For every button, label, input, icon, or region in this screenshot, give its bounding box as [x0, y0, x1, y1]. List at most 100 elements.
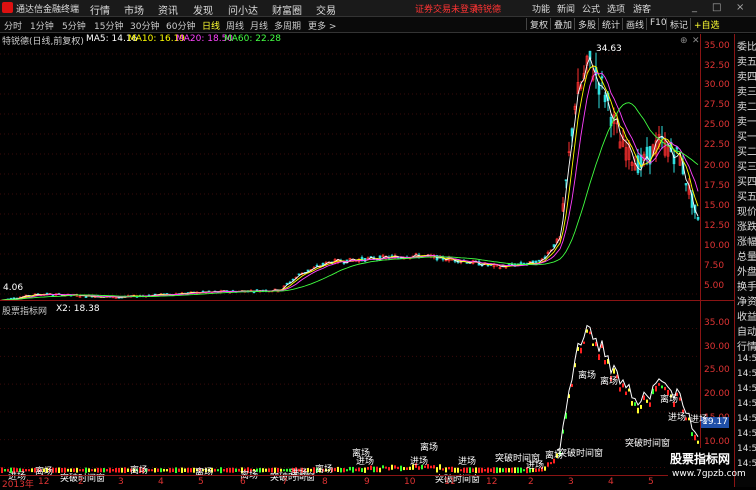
login-status[interactable]: 证券交易未登录	[415, 2, 478, 15]
indicator-bar	[259, 468, 261, 473]
ma20-line	[2, 72, 698, 300]
candle	[499, 266, 501, 269]
menu-xuanxiang[interactable]: 选项	[607, 2, 625, 15]
date-tick: 5	[648, 477, 654, 487]
tab-more[interactable]: 更多 >	[308, 19, 336, 32]
indicator-bar	[544, 466, 546, 470]
tab-15min[interactable]: 15分钟	[94, 19, 123, 32]
indicator-bar	[511, 468, 513, 473]
menu-gongshi[interactable]: 公式	[582, 2, 600, 15]
side-time: 14:5	[737, 369, 756, 379]
indicator-bar	[226, 468, 228, 472]
signal-label: 进场	[526, 458, 544, 471]
tab-fenshi[interactable]: 分时	[4, 19, 22, 32]
menu-zixun[interactable]: 资讯	[158, 2, 178, 17]
indicator-bar	[1, 467, 3, 473]
ma60-line	[2, 103, 698, 300]
indicator-bar	[382, 465, 384, 468]
indicator-bar	[160, 468, 162, 472]
signal-label: 进场	[668, 410, 686, 423]
minimize-button[interactable]: _	[692, 2, 697, 13]
indicator-bar	[406, 467, 408, 470]
indicator-bar	[484, 469, 486, 471]
signal-label: 离场	[578, 368, 596, 381]
menu-shichang[interactable]: 市场	[124, 2, 144, 17]
tab-multi-period[interactable]: 多周期	[274, 19, 301, 32]
tab-30min[interactable]: 30分钟	[130, 19, 159, 32]
side-time: 14:5	[737, 384, 756, 394]
indicator-bar	[115, 468, 117, 472]
toolbar-overlay-button[interactable]: 叠加	[550, 18, 575, 30]
quote-side-panel: 委比卖五卖四卖三卖二卖一买一买二买三买四买五现价涨跌涨幅总量外盘换手净资收益自动…	[734, 34, 756, 487]
indicator-bar	[262, 468, 264, 472]
signal-label: 进场	[410, 454, 428, 467]
pane-separator[interactable]	[0, 300, 734, 301]
main-ytick: 30.00	[704, 80, 730, 90]
tab-1min[interactable]: 1分钟	[30, 19, 54, 32]
toolbar-draw-button[interactable]: 画线	[622, 18, 647, 30]
menu-gongneng[interactable]: 功能	[532, 2, 550, 15]
tab-60min[interactable]: 60分钟	[166, 19, 195, 32]
indicator-x2-value: X2: 18.38	[56, 304, 100, 314]
indicator-bar	[337, 467, 339, 472]
indicator-bar	[694, 435, 696, 440]
toolbar-stats-button[interactable]: 统计	[598, 18, 623, 30]
maximize-button[interactable]: □	[712, 2, 721, 13]
side-label: 自动	[737, 323, 756, 338]
indicator-bar	[442, 468, 444, 470]
toolbar-fuquan-button[interactable]: 复权	[526, 18, 551, 30]
chart-settings-icon[interactable]: ⊕	[680, 36, 688, 46]
indicator-bar	[157, 469, 159, 472]
menu-xinwen[interactable]: 新闻	[557, 2, 575, 15]
date-tick: 2013年	[2, 477, 34, 490]
date-tick: 3	[568, 477, 574, 487]
watermark: 股票指标网 www.7gpzb.com	[668, 448, 734, 484]
menu-jiaoyi[interactable]: 交易	[316, 2, 336, 17]
indicator-bar	[163, 469, 165, 472]
toolbar-add-favorite-button[interactable]: +自选	[690, 18, 723, 30]
indicator-bar	[166, 469, 168, 471]
indicator-bar	[265, 469, 267, 472]
side-label: 买三	[737, 158, 756, 173]
signal-label: 离场	[420, 440, 438, 453]
candlestick-chart[interactable]	[0, 46, 700, 300]
indicator-bar	[625, 392, 627, 395]
menu-faxian[interactable]: 发现	[193, 2, 213, 17]
indicator-bar	[691, 432, 693, 436]
date-tick: 9	[364, 477, 370, 487]
menu-hangqing[interactable]: 行情	[90, 2, 110, 17]
toolbar-mark-button[interactable]: 标记	[666, 18, 691, 30]
indicator-bar	[430, 466, 432, 469]
signal-label: 进场	[356, 454, 374, 467]
tab-monthly[interactable]: 月线	[250, 19, 268, 32]
menu-caifuquan[interactable]: 财富圈	[272, 2, 302, 17]
indicator-bar	[499, 468, 501, 473]
title-bar: 通达信金融终端 行情 市场 资讯 发现 问小达 财富圈 交易 证券交易未登录 特…	[0, 0, 756, 17]
main-ytick: 7.50	[704, 261, 724, 271]
user-guest[interactable]: 游客	[633, 2, 651, 15]
menu-wenxiaoda[interactable]: 问小达	[228, 2, 258, 17]
indicator-bar	[169, 468, 171, 473]
side-time: 14:5	[737, 414, 756, 424]
side-time: 14:5	[737, 444, 756, 454]
indicator-bar	[343, 468, 345, 472]
indicator-bar	[604, 360, 606, 364]
tab-5min[interactable]: 5分钟	[62, 19, 86, 32]
tab-weekly[interactable]: 周线	[226, 19, 244, 32]
indicator-bar	[340, 468, 342, 472]
close-button[interactable]: ×	[736, 2, 744, 13]
toolbar-multistock-button[interactable]: 多股	[574, 18, 599, 30]
candle	[598, 82, 600, 109]
indicator-bar	[481, 468, 483, 473]
indicator-bar	[622, 383, 624, 387]
indicator-bar	[361, 468, 363, 472]
date-tick: 10	[404, 477, 415, 487]
indicator-bar	[151, 469, 153, 471]
candle	[595, 53, 597, 89]
tab-daily[interactable]: 日线	[202, 19, 220, 32]
candle	[673, 149, 675, 173]
candle	[538, 260, 540, 262]
chart-close-icon[interactable]: ✕	[692, 36, 700, 46]
main-ytick: 27.50	[704, 100, 730, 110]
side-label: 换手	[737, 278, 756, 293]
